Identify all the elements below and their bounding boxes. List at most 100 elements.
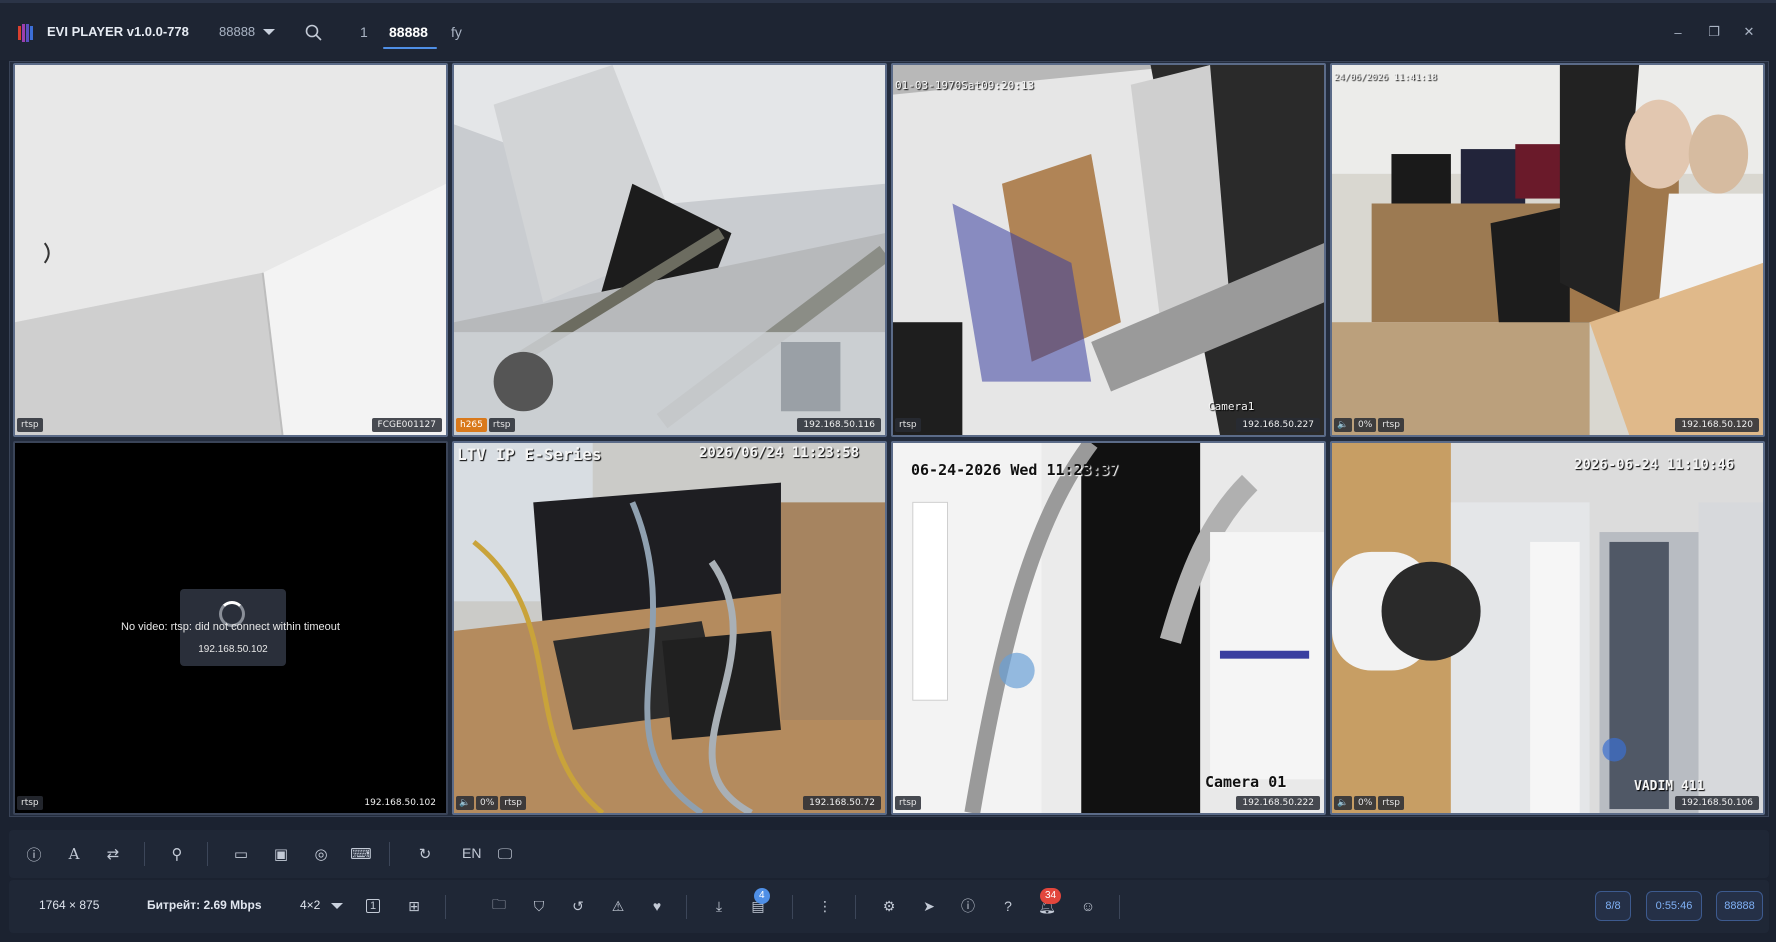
downloads-count-badge: 4 xyxy=(754,888,770,904)
protocol-badge: rtsp xyxy=(895,796,921,810)
camera-timestamp: 24/06/2026 11:41:18 xyxy=(1334,73,1437,83)
warning-icon[interactable]: ⚠ xyxy=(607,895,629,917)
camera-timestamp: 01-03-1970Sat09:20:13 xyxy=(895,79,1035,92)
shield-icon[interactable]: ⛉ xyxy=(528,895,550,917)
download-icon[interactable]: ⤓ xyxy=(708,895,730,917)
camera-feed-image xyxy=(454,443,885,813)
uptime-pill[interactable]: 0:55:46 xyxy=(1646,891,1702,921)
grid-view-icon[interactable]: ⊞ xyxy=(403,895,425,917)
info-icon[interactable]: ⓘ xyxy=(22,842,46,866)
camera-tile[interactable]: 24/06/2026 11:41:18 🔈 0% rtsp 192.168.50… xyxy=(1330,63,1765,437)
camera-brand-overlay: LTV IP E-Series xyxy=(457,445,602,464)
folder-icon[interactable]: 🗀 xyxy=(488,895,510,917)
camera-tile[interactable]: 01-03-1970Sat09:20:13 Camera1 rtsp 192.1… xyxy=(891,63,1326,437)
camera-timestamp: 2026-06-24 11:10:46 xyxy=(1574,457,1735,473)
camera-ip-label: 192.168.50.102 xyxy=(364,798,436,808)
protocol-badge: rtsp xyxy=(488,418,515,432)
tab-88888[interactable]: 88888 xyxy=(389,24,428,40)
text-overlay-icon[interactable]: A xyxy=(62,842,86,866)
camera-name-overlay: Camera1 xyxy=(1208,400,1255,413)
settings-gear-icon[interactable]: ⚙ xyxy=(878,895,900,917)
no-video-message: No video: rtsp: did not connect within t… xyxy=(121,621,340,633)
chevron-down-icon[interactable] xyxy=(331,903,343,909)
help-icon[interactable]: ? xyxy=(997,895,1019,917)
close-button[interactable]: ✕ xyxy=(1740,23,1758,41)
speaker-icon[interactable]: 🔈 xyxy=(1334,796,1352,810)
stream-badges: 🔈 0% rtsp xyxy=(456,796,526,810)
location-pin-icon[interactable]: ⚲ xyxy=(165,842,189,866)
swap-icon[interactable]: ⇄ xyxy=(101,842,125,866)
active-tab-indicator xyxy=(383,47,437,49)
stream-badges: h265 rtsp xyxy=(456,418,515,432)
camera-ip-label: 192.168.50.116 xyxy=(797,418,881,432)
protocol-badge: rtsp xyxy=(1378,796,1404,810)
camera-tile[interactable]: LTV IP E-Series 2026/06/24 11:23:58 🔈 0%… xyxy=(452,441,887,815)
send-icon[interactable]: ➤ xyxy=(918,895,940,917)
single-view-button[interactable]: 1 xyxy=(362,895,384,917)
status-divider xyxy=(855,895,856,919)
restore-button[interactable]: ❐ xyxy=(1705,23,1723,41)
camera-feed-image xyxy=(1332,65,1763,435)
workspace-dropdown[interactable]: 88888 xyxy=(219,24,276,39)
minimize-button[interactable]: – xyxy=(1669,23,1687,41)
protocol-badge: rtsp xyxy=(500,796,526,810)
camera-feed-image xyxy=(893,65,1324,435)
history-icon[interactable]: ↺ xyxy=(567,895,589,917)
keyboard-icon[interactable]: ⌨ xyxy=(349,842,373,866)
camera-timestamp: 2026/06/24 11:23:58 xyxy=(699,445,860,461)
volume-badge: 0% xyxy=(1354,418,1377,432)
image-icon[interactable]: ▣ xyxy=(269,842,293,866)
codec-badge: h265 xyxy=(456,418,487,432)
bottom-toolbar: ⓘ A ⇄ ⚲ ▭ ▣ ◎ ⌨ ↻ EN 🖵 xyxy=(9,830,1769,878)
toolbar-divider xyxy=(389,842,390,866)
search-icon[interactable] xyxy=(304,23,324,43)
app-title: EVI PLAYER v1.0.0-778 xyxy=(47,24,189,39)
camera-ip-label: 192.168.50.72 xyxy=(803,796,881,810)
title-bar: EVI PLAYER v1.0.0-778 88888 1 88888 fy –… xyxy=(0,0,1776,60)
camera-ip-label: FCGE001127 xyxy=(371,418,442,432)
single-view-label: 1 xyxy=(365,899,381,913)
status-divider xyxy=(445,895,446,919)
monitor-icon[interactable]: 🖵 xyxy=(493,842,517,866)
camera-tile[interactable]: 2026-06-24 11:10:46 VADIM 411 🔈 0% rtsp … xyxy=(1330,441,1765,815)
camera-tile[interactable]: rtsp FCGE001127 xyxy=(13,63,448,437)
bitrate-readout: Битрейт: 2.69 Mbps xyxy=(147,898,262,912)
language-switch[interactable]: EN xyxy=(462,845,481,861)
workspace-pill[interactable]: 88888 xyxy=(1716,891,1763,921)
camera-name-overlay: VADIM 411 xyxy=(1634,779,1705,794)
about-info-icon[interactable]: ⓘ xyxy=(957,895,979,917)
stream-badges: rtsp xyxy=(17,796,43,810)
cameras-online-pill[interactable]: 8/8 xyxy=(1595,891,1631,921)
protocol-badge: rtsp xyxy=(1378,418,1404,432)
display-icon[interactable]: ▭ xyxy=(229,842,253,866)
tab-1[interactable]: 1 xyxy=(360,24,368,40)
resolution-readout: 1764 × 875 xyxy=(39,898,100,912)
workspace-label: 88888 xyxy=(219,24,256,39)
speaker-icon[interactable]: 🔈 xyxy=(456,796,474,810)
volume-badge: 0% xyxy=(1354,796,1377,810)
no-video-ip: 192.168.50.102 xyxy=(198,644,268,655)
camera-timestamp: 06-24-2026 Wed 11:23:37 xyxy=(911,461,1119,479)
stream-badges: rtsp xyxy=(895,796,921,810)
camera-feed-image xyxy=(893,443,1324,813)
camera-ip-label: 192.168.50.222 xyxy=(1236,796,1320,810)
speaker-icon[interactable]: 🔈 xyxy=(1334,418,1352,432)
camera-tile[interactable]: h265 rtsp 192.168.50.116 xyxy=(452,63,887,437)
more-options-icon[interactable]: ⋮ xyxy=(814,895,836,917)
health-icon[interactable]: ♥ xyxy=(646,895,668,917)
camera-lens-icon[interactable]: ◎ xyxy=(309,842,333,866)
camera-grid: rtsp FCGE001127 h265 rtsp 192.168.50.116 xyxy=(9,61,1769,817)
camera-tile[interactable]: 06-24-2026 Wed 11:23:37 Camera 01 rtsp 1… xyxy=(891,441,1326,815)
camera-feed-image xyxy=(1332,443,1763,813)
stream-badges: 🔈 0% rtsp xyxy=(1334,418,1404,432)
refresh-icon[interactable]: ↻ xyxy=(413,842,437,866)
camera-tile[interactable]: No video: rtsp: did not connect within t… xyxy=(13,441,448,815)
layout-selector[interactable]: 4×2 xyxy=(300,898,320,912)
protocol-badge: rtsp xyxy=(895,418,921,432)
tab-fy[interactable]: fy xyxy=(451,24,462,40)
app-logo-icon xyxy=(18,24,33,42)
camera-ip-label: 192.168.50.120 xyxy=(1675,418,1759,432)
stream-badges: rtsp xyxy=(17,418,43,432)
user-icon[interactable]: ☺ xyxy=(1077,895,1099,917)
protocol-badge: rtsp xyxy=(17,796,43,810)
